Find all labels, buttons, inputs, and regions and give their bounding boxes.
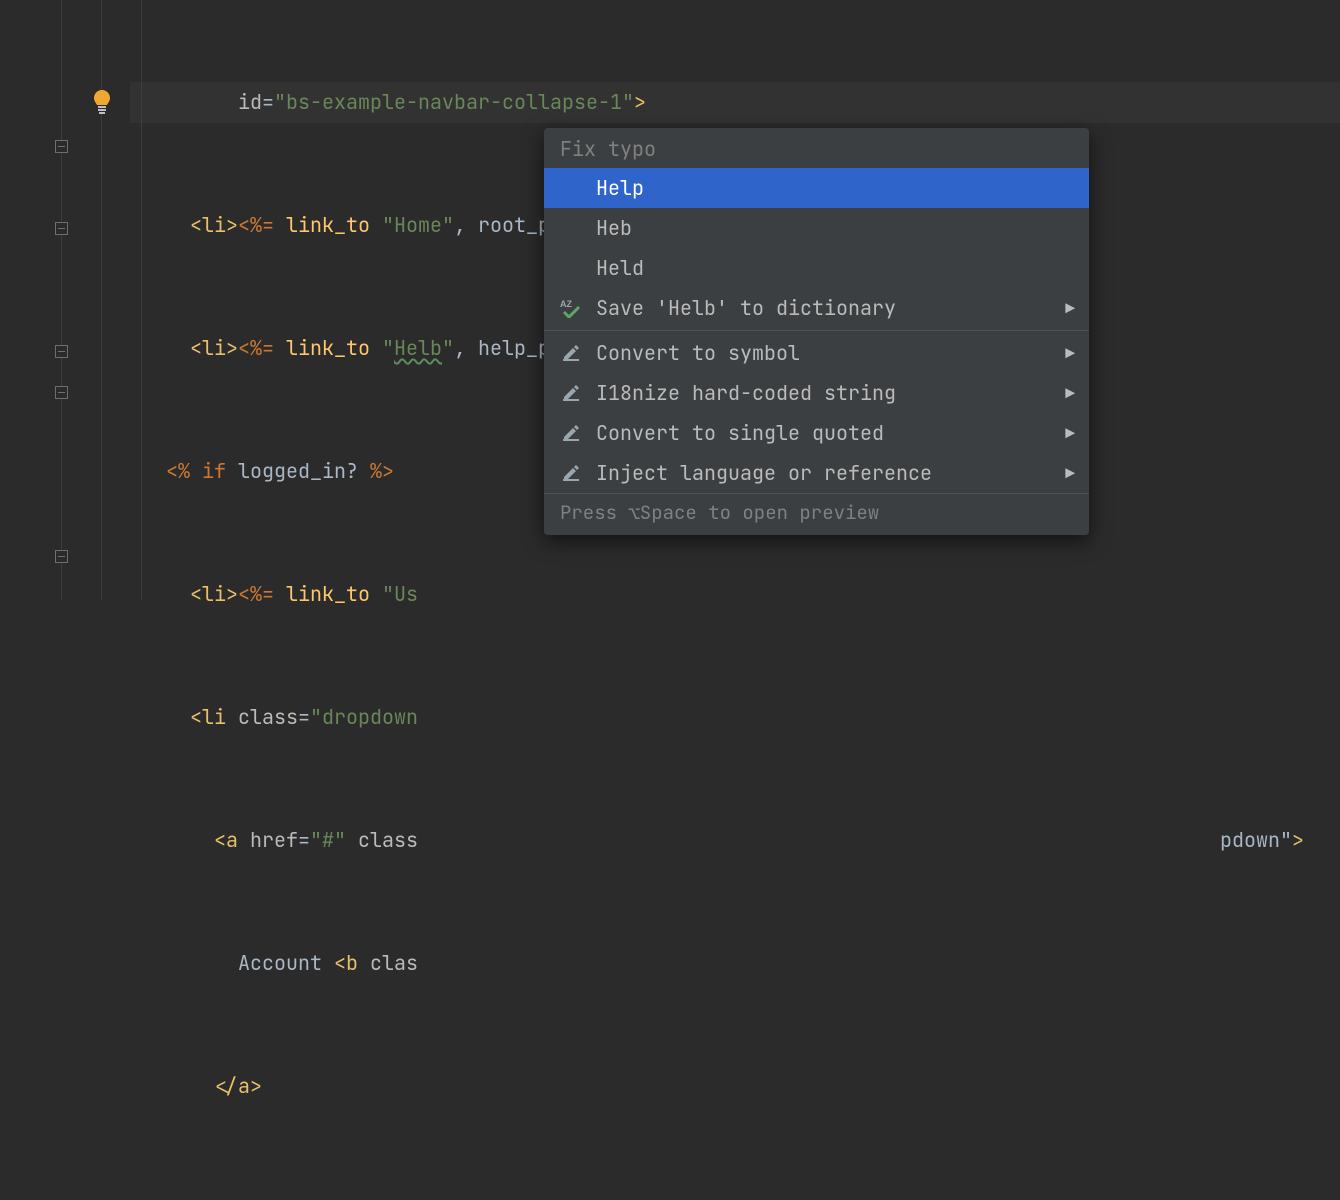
- popup-item-i18nize[interactable]: I18nize hard-coded string ▶: [544, 373, 1089, 413]
- editor-gutter: [0, 0, 130, 600]
- popup-item-label: Inject language or reference: [596, 460, 1053, 486]
- popup-item-convert-single-quoted[interactable]: Convert to single quoted ▶: [544, 413, 1089, 453]
- popup-item-label: Held: [596, 255, 1075, 281]
- fold-toggle[interactable]: [55, 222, 68, 235]
- typo-word[interactable]: Helb: [394, 335, 442, 361]
- spellcheck-icon: AZ: [558, 298, 584, 318]
- submenu-arrow-icon: ▶: [1065, 298, 1075, 319]
- code-line: <li><%= link_to "Us: [130, 574, 1340, 615]
- popup-item-inject-language[interactable]: Inject language or reference ▶: [544, 453, 1089, 493]
- fold-toggle[interactable]: [55, 345, 68, 358]
- popup-item-convert-symbol[interactable]: Convert to symbol ▶: [544, 333, 1089, 373]
- code-line: Account <b clas: [130, 943, 1340, 984]
- popup-item-label: I18nize hard-coded string: [596, 380, 1053, 406]
- popup-hint: Press ⌥Space to open preview: [544, 493, 1089, 535]
- pencil-icon: [558, 424, 584, 442]
- intention-popup: Fix typo Help Heb Held AZ Save 'Helb' to…: [544, 128, 1089, 535]
- fold-guide: [61, 0, 62, 600]
- code-line: <a href="#" classpdown">: [130, 820, 1340, 861]
- popup-item-heb[interactable]: Heb: [544, 208, 1089, 248]
- pencil-icon: [558, 344, 584, 362]
- intention-bulb-icon[interactable]: [90, 88, 114, 116]
- popup-item-label: Convert to single quoted: [596, 420, 1053, 446]
- code-line: <li class="dropdown: [130, 697, 1340, 738]
- code-line: <ul class="dropdo: [130, 1189, 1340, 1200]
- submenu-arrow-icon: ▶: [1065, 463, 1075, 484]
- fold-toggle[interactable]: [55, 140, 68, 153]
- popup-item-label: Heb: [596, 215, 1075, 241]
- fold-toggle[interactable]: [55, 386, 68, 399]
- popup-item-held[interactable]: Held: [544, 248, 1089, 288]
- submenu-arrow-icon: ▶: [1065, 343, 1075, 364]
- submenu-arrow-icon: ▶: [1065, 423, 1075, 444]
- pencil-icon: [558, 464, 584, 482]
- popup-item-label: Convert to symbol: [596, 340, 1053, 366]
- popup-item-label: Save 'Helb' to dictionary: [596, 295, 1053, 321]
- fold-toggle[interactable]: [55, 550, 68, 563]
- popup-item-label: Help: [596, 175, 1075, 201]
- pencil-icon: [558, 384, 584, 402]
- code-line: id="bs-example-navbar-collapse-1">: [130, 82, 1340, 123]
- code-line: </a>: [130, 1066, 1340, 1107]
- popup-separator: [544, 330, 1089, 331]
- popup-item-save-dictionary[interactable]: AZ Save 'Helb' to dictionary ▶: [544, 288, 1089, 328]
- svg-text:AZ: AZ: [560, 299, 572, 309]
- popup-header: Fix typo: [544, 128, 1089, 168]
- popup-item-help[interactable]: Help: [544, 168, 1089, 208]
- submenu-arrow-icon: ▶: [1065, 383, 1075, 404]
